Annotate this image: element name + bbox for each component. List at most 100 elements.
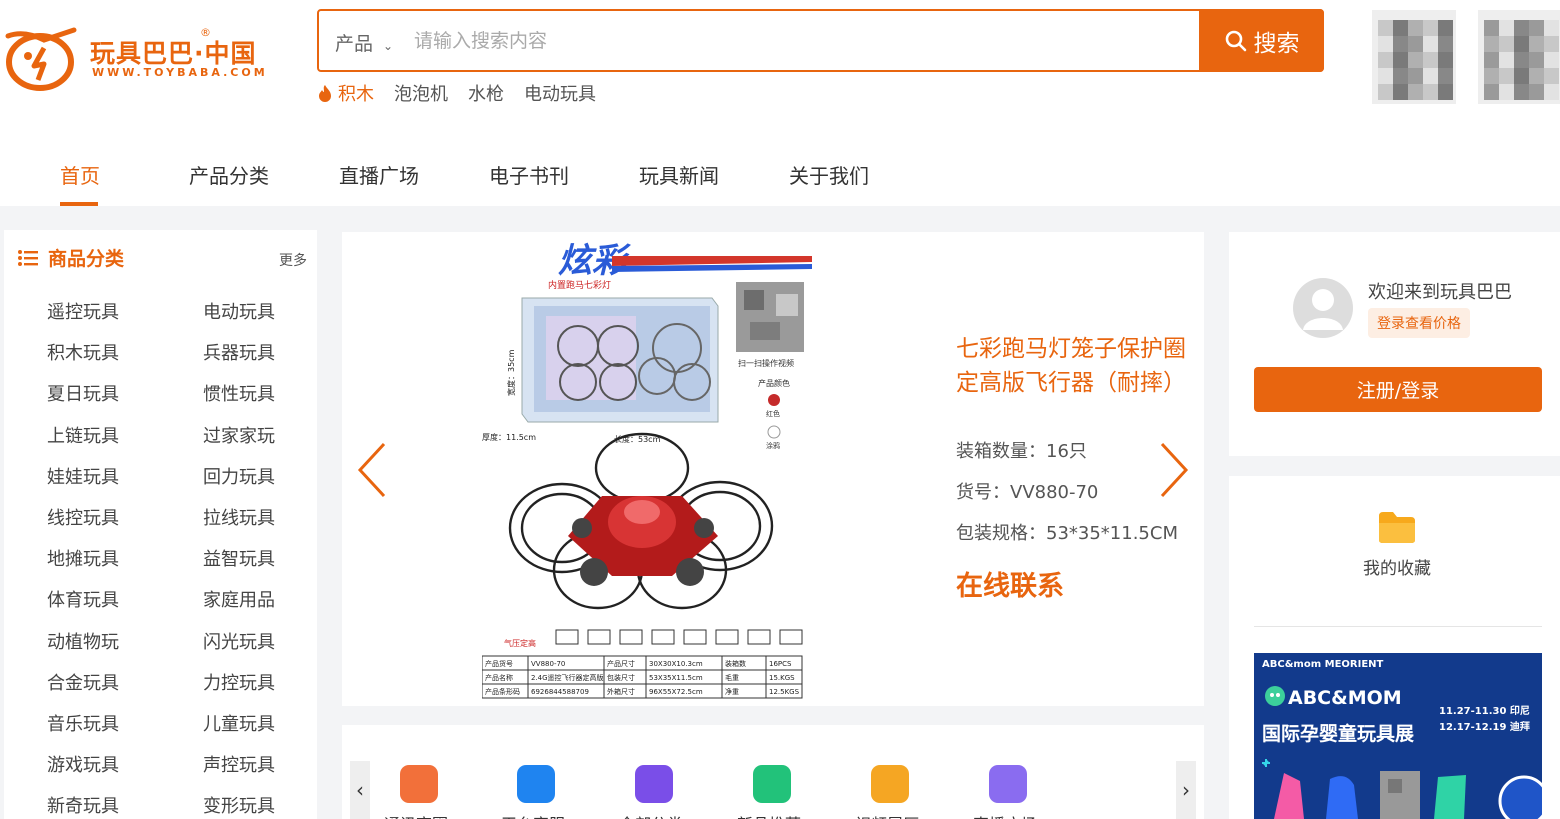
qr-pixel [1438, 68, 1453, 84]
strip-item-label[interactable]: 新品推荐 [737, 811, 801, 819]
sidebar-category-item[interactable]: 遥控玩具 [47, 298, 119, 324]
strip-item-icon[interactable] [635, 765, 673, 803]
nav-news[interactable]: 玩具新闻 [639, 160, 719, 189]
qr-pixel [1393, 52, 1408, 68]
spec-table-cell: 53X35X11.5cm [649, 674, 703, 682]
qr-pixel [1378, 68, 1393, 84]
sidebar-category-item[interactable]: 上链玩具 [47, 422, 119, 448]
sidebar-category-item[interactable]: 游戏玩具 [47, 751, 119, 777]
my-favorites-link[interactable]: 我的收藏 [1363, 554, 1431, 579]
sidebar-category-item[interactable]: 益智玩具 [203, 545, 275, 571]
sidebar-category-item[interactable]: 电动玩具 [203, 298, 275, 324]
search-button[interactable]: 搜索 [1199, 9, 1324, 72]
strip-item-label[interactable]: 平台客服 [501, 811, 565, 819]
color-label: 产品颜色 [758, 378, 790, 388]
spec-table-cell: 包装尺寸 [607, 673, 635, 682]
nav-ebooks[interactable]: 电子书刊 [489, 160, 569, 189]
sidebar-category-item[interactable]: 惯性玩具 [203, 380, 275, 406]
sidebar-category-item[interactable]: 娃娃玩具 [47, 463, 119, 489]
sidebar-category-item[interactable]: 闪光玩具 [203, 628, 275, 654]
strip-next-button[interactable]: › [1176, 761, 1196, 819]
strip-item-icon[interactable] [517, 765, 555, 803]
register-login-button[interactable]: 注册/登录 [1254, 367, 1542, 412]
carousel-prev-arrow-icon[interactable] [356, 442, 388, 498]
strip-item-label[interactable]: 全部分类 [619, 811, 683, 819]
folder-icon[interactable] [1377, 510, 1417, 544]
sidebar-category-item[interactable]: 新奇玩具 [47, 792, 119, 818]
strip-item-icon[interactable] [400, 765, 438, 803]
sidebar-category-item[interactable]: 夏日玩具 [47, 380, 119, 406]
spec-table [481, 655, 803, 699]
box-height-label: 宽度：35cm [506, 349, 516, 396]
hot-tag-0[interactable]: 积木 [318, 80, 374, 106]
avatar [1293, 278, 1353, 338]
spec-table-cell: 产品货号 [485, 659, 513, 668]
feature-strip: ‹ › 通讯商圈 平台客服 全部分类 新品推荐 视频展厅 直播广场 [342, 725, 1204, 819]
sidebar-category-item[interactable]: 儿童玩具 [203, 710, 275, 736]
qr-pixel [1499, 68, 1514, 84]
nav-live[interactable]: 直播广场 [339, 160, 419, 189]
chevron-down-icon: ⌄ [383, 39, 394, 53]
expo-ad-banner[interactable]: ABC&mom MEORIENT ABC&MOM 国际孕婴童玩具展 11.27-… [1254, 653, 1542, 819]
hot-tag-1[interactable]: 泡泡机 [394, 80, 448, 106]
qr-pixel [1438, 20, 1453, 36]
qr-pixel [1408, 84, 1423, 100]
search-input[interactable] [414, 25, 1174, 57]
sidebar-category-item[interactable]: 积木玩具 [47, 339, 119, 365]
sidebar-more-link[interactable]: 更多 [279, 250, 307, 270]
sidebar-category-item[interactable]: 体育玩具 [47, 586, 119, 612]
sidebar-category-item[interactable]: 力控玩具 [203, 669, 275, 695]
strip-prev-button[interactable]: ‹ [350, 761, 370, 819]
qr-pixel [1423, 52, 1438, 68]
strip-item-label[interactable]: 通讯商圈 [384, 811, 448, 819]
spec-table-cell: 产品尺寸 [607, 659, 635, 668]
qr-pixel [1499, 84, 1514, 100]
sidebar-category-item[interactable]: 声控玩具 [203, 751, 275, 777]
qr-pixel [1484, 84, 1499, 100]
search-icon [1225, 30, 1246, 51]
online-contact-button[interactable]: 在线联系 [956, 564, 1064, 603]
strip-item-icon[interactable] [753, 765, 791, 803]
site-logo[interactable]: 玩具巴巴·中国 ® WWW.TOYBABA.COM [4, 26, 274, 96]
qr-pixel [1514, 36, 1529, 52]
nav-home[interactable]: 首页 [60, 160, 100, 189]
hot-search-tags: 积木 泡泡机 水枪 电动玩具 [318, 80, 596, 106]
color-red-label: 红色 [766, 409, 780, 418]
hot-tag-3[interactable]: 电动玩具 [524, 80, 596, 106]
hot-tag-2[interactable]: 水枪 [468, 80, 504, 106]
qr-pixel [1544, 36, 1559, 52]
sidebar-category-item[interactable]: 兵器玩具 [203, 339, 275, 365]
sidebar-category-item[interactable]: 合金玩具 [47, 669, 119, 695]
strip-item-label[interactable]: 视频展厅 [855, 811, 919, 819]
strip-item-label[interactable]: 直播广场 [973, 811, 1037, 819]
ad-title: 国际孕婴童玩具展 [1262, 723, 1415, 745]
sidebar-category-item[interactable]: 回力玩具 [203, 463, 275, 489]
sidebar-category-item[interactable]: 动植物玩 [47, 628, 119, 654]
registered-mark: ® [200, 26, 211, 39]
product-packing-qty: 装箱数量：16只 [956, 441, 1087, 462]
qr-pixel [1378, 84, 1393, 100]
sidebar-category-item[interactable]: 过家家玩 [203, 422, 275, 448]
login-price-link[interactable]: 登录查看价格 [1368, 308, 1470, 338]
nav-about[interactable]: 关于我们 [789, 160, 869, 189]
favorites-panel: 我的收藏 ABC&mom MEORIENT ABC&MOM 国际孕婴童玩具展 1… [1229, 476, 1560, 819]
product-title[interactable]: 七彩跑马灯笼子保护圈定高版飞行器（耐摔） [956, 332, 1196, 400]
spec-table-cell: 30X30X10.3cm [649, 660, 703, 668]
search-category-select[interactable]: 产品 ⌄ [335, 29, 393, 56]
sidebar-category-item[interactable]: 地摊玩具 [47, 545, 119, 571]
qr-pixel [1393, 36, 1408, 52]
sidebar-category-item[interactable]: 线控玩具 [47, 504, 119, 530]
sidebar-category-item[interactable]: 音乐玩具 [47, 710, 119, 736]
nav-categories[interactable]: 产品分类 [189, 160, 269, 189]
sidebar-category-item[interactable]: 家庭用品 [203, 586, 275, 612]
strip-item-icon[interactable] [871, 765, 909, 803]
strip-item-icon[interactable] [989, 765, 1027, 803]
qr-pixel [1393, 84, 1408, 100]
spec-table-cell: 16PCS [769, 660, 792, 668]
product-carousel: 炫彩 内置跑马七彩灯 厚度：11.5cm 长度：53cm 宽度：35cm 扫一扫… [342, 232, 1204, 706]
product-image[interactable]: 炫彩 内置跑马七彩灯 厚度：11.5cm 长度：53cm 宽度：35cm 扫一扫… [481, 236, 958, 702]
qr-pixel [1544, 68, 1559, 84]
carousel-next-arrow-icon[interactable] [1158, 442, 1190, 498]
sidebar-category-item[interactable]: 变形玩具 [203, 792, 275, 818]
sidebar-category-item[interactable]: 拉线玩具 [203, 504, 275, 530]
